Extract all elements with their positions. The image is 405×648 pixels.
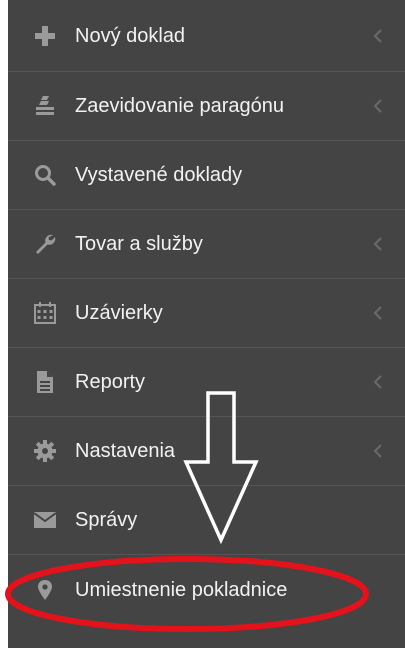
menu-item-uzavierky[interactable]: Uzávierky — [8, 279, 405, 348]
chevron-left-icon — [373, 305, 383, 321]
menu-item-label: Tovar a služby — [75, 233, 203, 255]
menu-item-vystavene-doklady[interactable]: Vystavené doklady — [8, 141, 405, 210]
screenshot-frame: Nový doklad Zaevidovanie paragónu Vystav… — [0, 0, 405, 648]
menu-item-label: Nastavenia — [75, 440, 176, 462]
receipt-stack-icon — [32, 93, 58, 119]
menu-item-reporty[interactable]: Reporty — [8, 348, 405, 417]
menu-item-label: Vystavené doklady — [75, 164, 243, 186]
wrench-icon — [32, 231, 58, 257]
plus-icon — [32, 23, 58, 49]
menu-item-zaevidovanie-paragonu[interactable]: Zaevidovanie paragónu — [8, 72, 405, 141]
menu-item-label: Zaevidovanie paragónu — [75, 95, 285, 117]
calendar-icon — [32, 300, 58, 326]
sidebar-menu: Nový doklad Zaevidovanie paragónu Vystav… — [8, 0, 405, 648]
menu-item-label: Umiestnenie pokladnice — [75, 579, 288, 601]
menu-item-label: Reporty — [75, 371, 146, 393]
menu-list: Nový doklad Zaevidovanie paragónu Vystav… — [8, 0, 405, 625]
menu-item-umiestnenie-pokladnice[interactable]: Umiestnenie pokladnice — [8, 555, 405, 625]
menu-item-novy-doklad[interactable]: Nový doklad — [8, 0, 405, 72]
document-icon — [32, 369, 58, 395]
search-icon — [32, 162, 58, 188]
chevron-left-icon — [373, 374, 383, 390]
menu-item-label: Nový doklad — [75, 24, 186, 47]
chevron-left-icon — [373, 28, 383, 44]
gear-icon — [32, 438, 58, 464]
menu-item-nastavenia[interactable]: Nastavenia — [8, 417, 405, 486]
chevron-left-icon — [373, 98, 383, 114]
envelope-icon — [32, 507, 58, 533]
chevron-left-icon — [373, 236, 383, 252]
map-marker-icon — [32, 577, 58, 603]
menu-item-label: Uzávierky — [75, 302, 163, 324]
menu-item-label: Správy — [75, 509, 138, 531]
menu-item-spravy[interactable]: Správy — [8, 486, 405, 555]
chevron-left-icon — [373, 443, 383, 459]
menu-item-tovar-a-sluzby[interactable]: Tovar a služby — [8, 210, 405, 279]
